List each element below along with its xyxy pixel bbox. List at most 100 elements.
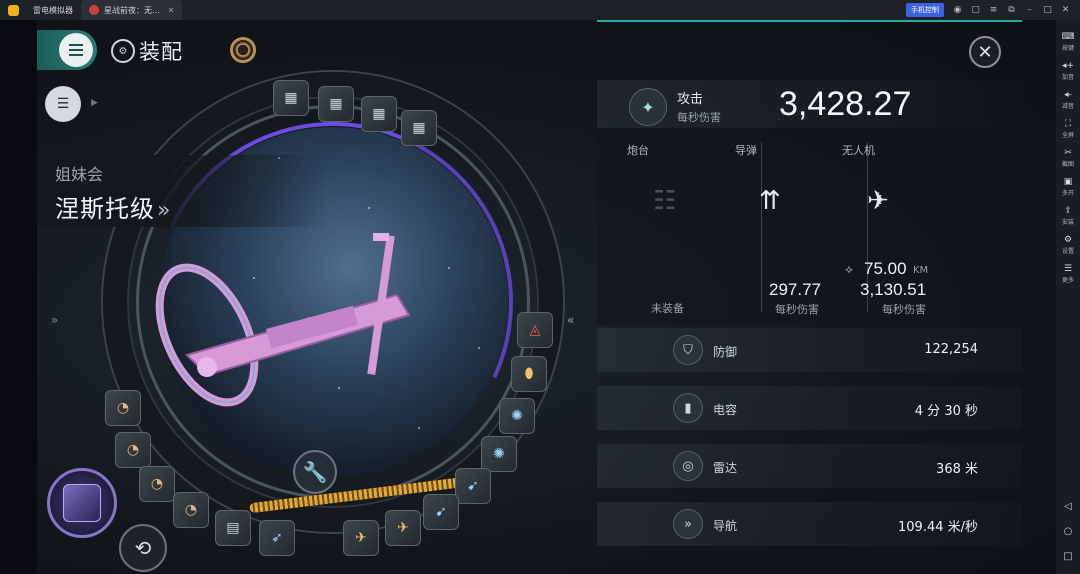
low-slot-3[interactable]: ◔ [139,466,175,502]
mid-slot-5[interactable]: ➹ [455,468,491,504]
target-icon[interactable] [230,37,256,63]
mid-slot-2[interactable]: ⬮ [511,356,547,392]
missile-dps-value: 297.77 [769,280,821,299]
drone-label: 无人机 [842,144,875,157]
wrench-button[interactable]: 🔧 [293,450,337,494]
fitting-list-icon[interactable]: ☰ [45,86,81,122]
hamburger-icon [59,33,93,67]
missile-dps-label: 每秒伤害 [775,303,819,316]
expand-arrow-icon[interactable]: ▶ [91,98,98,108]
missile-label: 导弹 [735,144,757,157]
tab-game[interactable]: 星战前夜：无... ✕ [81,0,183,20]
install-icon: ⇪ [1064,206,1072,216]
sidebar-item-install[interactable]: ⇪ 安装 [1062,206,1074,226]
menu-icon[interactable]: ≡ [989,5,998,15]
minimize-icon[interactable]: – [1025,5,1034,15]
sidebar-item-label: 更多 [1061,277,1074,284]
sidebar-item-keys[interactable]: ⌨ 按键 [1062,32,1075,52]
home-icon[interactable]: ○ [1064,526,1073,537]
close-button[interactable]: ✕ [969,36,1001,68]
sidebar-item-settings[interactable]: ⚙ 设置 [1062,235,1074,255]
phone-control-button[interactable]: 手机控制 [906,3,944,17]
fitting-icon: ⚙ [111,39,135,63]
turret-label: 炮台 [627,144,649,157]
turret-status: 未装备 [651,302,684,315]
sidebar-item-multi[interactable]: ▣ 多开 [1062,177,1074,197]
volume-down-icon: ◂- [1064,90,1072,100]
stat-row-navigation[interactable]: » 导航 109.44 米/秒 [597,502,1022,546]
close-window-icon[interactable]: ✕ [1061,5,1070,15]
game-viewport: ⚙ 装配 ✕ ☰ ▶ 🔧 姐妹会 涅斯托级» » « ▦ ▦ ▦ ▦ ◬ ⬮ ✺… [37,20,1056,574]
sidebar-item-label: 多开 [1061,190,1074,197]
mid-slot-1[interactable]: ◬ [517,312,553,348]
game-favicon-icon [89,5,99,15]
main-menu-button[interactable] [37,30,97,70]
stat-row-radar[interactable]: ◎ 雷达 368 米 [597,444,1022,488]
tab-emulator[interactable]: 雷电模拟器 [25,0,81,20]
maximize-icon[interactable]: □ [1043,5,1052,15]
high-slot-2[interactable]: ▦ [318,86,354,122]
sidebar-item-label: 减音 [1061,103,1074,110]
low-slot-2[interactable]: ◔ [115,432,151,468]
page-title-wrap: ⚙ 装配 [111,36,183,66]
gamepad-icon[interactable]: ▢ [971,5,980,15]
tab-close-icon[interactable]: ✕ [168,6,175,15]
sidebar-item-fullscreen[interactable]: ⛶ 全屏 [1062,119,1074,139]
recents-icon[interactable]: □ [1063,551,1072,562]
user-icon[interactable]: ◉ [953,5,962,15]
collapse-panel-icon[interactable]: « [567,313,574,327]
chevron-right-icon: » [157,198,172,223]
left-black-strip [0,20,37,574]
ship-thumbnail[interactable] [47,468,117,538]
ship-model[interactable] [147,225,427,425]
sidebar-item-volume-down[interactable]: ◂- 减音 [1062,90,1074,110]
attack-sub-label: 每秒伤害 [677,111,721,124]
drone-range-unit: KM [913,265,929,276]
gear-icon: ⚙ [1063,235,1073,245]
high-slot-3[interactable]: ▦ [361,96,397,132]
sidebar-item-more[interactable]: ☰ 更多 [1062,264,1074,284]
drone-slot-2[interactable]: ✈ [343,520,379,556]
scissors-icon: ✂ [1064,148,1072,158]
page-title: 装配 [139,40,183,64]
volume-up-icon: ◂+ [1061,61,1075,71]
ship-info-panel: 姐妹会 涅斯托级» [37,155,327,227]
swap-icon: ⟲ [134,536,152,560]
capacitor-icon: ▮ [673,393,703,423]
corporation-name: 姐妹会 [55,165,104,184]
stat-row-defense[interactable]: ⛉ 防御 122,254 [597,328,1022,372]
sidebar-item-screenshot[interactable]: ✂ 截图 [1062,148,1074,168]
high-slot-4[interactable]: ▦ [401,110,437,146]
stat-row-capacitor[interactable]: ▮ 电容 4 分 30 秒 [597,386,1022,430]
emulator-titlebar: 雷电模拟器 星战前夜：无... ✕ 手机控制 ◉ ▢ ≡ ⧉ – □ ✕ [0,0,1080,20]
rig-slot-2[interactable]: ➶ [259,520,295,556]
sidebar-item-volume-up[interactable]: ◂+ 加音 [1062,61,1074,81]
back-icon[interactable]: ◁ [1064,501,1072,512]
restore-icon[interactable]: ⧉ [1007,5,1016,15]
mid-slot-4[interactable]: ✺ [481,436,517,472]
missile-icon: ⇈ [759,186,781,216]
low-slot-1[interactable]: ◔ [105,390,141,426]
stat-value: 122,254 [924,342,978,357]
ship-name: 涅斯托级 [55,195,155,223]
sidebar-item-label: 安装 [1061,219,1074,226]
high-slot-1[interactable]: ▦ [273,80,309,116]
shield-icon: ⛉ [673,335,703,365]
low-slot-4[interactable]: ◔ [173,492,209,528]
fullscreen-icon: ⛶ [1064,119,1072,129]
drone-slot-1[interactable]: ✈ [385,510,421,546]
mid-slot-6[interactable]: ➹ [423,494,459,530]
keyboard-icon: ⌨ [1061,32,1075,42]
tab-game-label: 星战前夜：无... [104,5,160,15]
rig-slot-1[interactable]: ▤ [215,510,251,546]
tab-emulator-label: 雷电模拟器 [33,5,73,15]
swap-ship-button[interactable]: ⟲ [119,524,167,572]
stat-label: 导航 [713,519,738,533]
emulator-sidebar: ⌨ 按键 ◂+ 加音 ◂- 减音 ⛶ 全屏 ✂ 截图 ▣ 多开 ⇪ 安装 ⚙ 设置 ☰ 更多 ◁ … [1056,20,1080,574]
prev-ship-icon[interactable]: » [51,313,58,327]
ship-name-link[interactable]: 涅斯托级» [55,189,171,224]
stat-label: 防御 [713,345,738,359]
mid-slot-3[interactable]: ✺ [499,398,535,434]
app-logo-icon [8,4,19,16]
close-icon: ✕ [977,41,993,63]
